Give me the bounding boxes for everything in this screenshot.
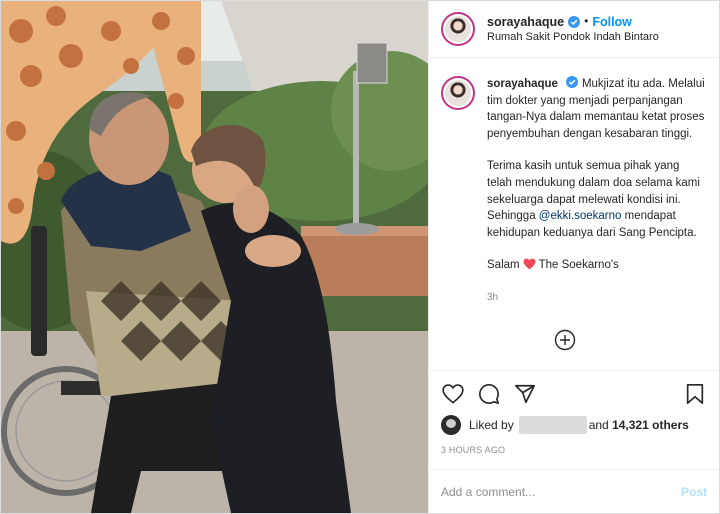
- comment-icon[interactable]: [477, 382, 501, 406]
- likes-summary: Liked by and 14,321 others: [441, 413, 707, 437]
- caption-avatar[interactable]: [441, 76, 475, 110]
- blurred-username[interactable]: [518, 416, 587, 434]
- caption-paragraph-2: Terima kasih untuk semua pihak yang tela…: [487, 158, 705, 241]
- add-comment-bar: Add a comment... Post: [429, 469, 719, 513]
- post-comment-button[interactable]: Post: [681, 485, 707, 499]
- post-photo[interactable]: [1, 1, 428, 513]
- post-side-panel: sorayahaque • Follow Rumah Sakit Pondok …: [428, 1, 719, 513]
- post-actions: Liked by and 14,321 others 3 HOURS AGO: [429, 370, 719, 463]
- caption-closing: Salam The Soekarno's: [487, 257, 705, 276]
- verified-badge-icon: [565, 76, 578, 88]
- paper-plane-icon[interactable]: [513, 382, 537, 406]
- header-separator: •: [584, 14, 589, 29]
- caption-row: sorayahaque Mukjizat itu ada. Melalui tim…: [441, 76, 707, 307]
- post-header: sorayahaque • Follow Rumah Sakit Pondok …: [429, 1, 719, 58]
- post-timestamp[interactable]: 3 HOURS AGO: [441, 445, 707, 463]
- mention-link[interactable]: @ekki.soekarno: [539, 210, 622, 222]
- heart-icon[interactable]: [441, 382, 465, 406]
- likes-count[interactable]: 14,321 others: [612, 418, 689, 432]
- caption-username[interactable]: sorayahaque: [487, 78, 558, 90]
- caption-time[interactable]: 3h: [487, 290, 705, 307]
- liked-by-prefix: Liked by: [469, 418, 514, 432]
- red-heart-icon: [523, 258, 536, 276]
- instagram-post: sorayahaque • Follow Rumah Sakit Pondok …: [0, 0, 720, 514]
- closing-salam: Salam: [487, 259, 520, 272]
- comments-area: sorayahaque Mukjizat itu ada. Melalui tim…: [429, 58, 719, 370]
- comment-input[interactable]: Add a comment...: [441, 485, 681, 499]
- liker-avatar[interactable]: [441, 415, 461, 435]
- closing-signature: The Soekarno's: [538, 259, 619, 272]
- bookmark-icon[interactable]: [683, 382, 707, 406]
- profile-avatar[interactable]: [441, 12, 475, 46]
- plus-circle-icon[interactable]: [554, 329, 576, 351]
- header-username[interactable]: sorayahaque: [487, 14, 564, 30]
- follow-button[interactable]: Follow: [592, 14, 632, 30]
- header-text: sorayahaque • Follow Rumah Sakit Pondok …: [487, 14, 659, 45]
- photo-illustration: [1, 1, 428, 513]
- verified-badge-icon: [568, 15, 581, 28]
- location-link[interactable]: Rumah Sakit Pondok Indah Bintaro: [487, 30, 659, 44]
- likes-and: and: [588, 418, 609, 432]
- action-icons: [441, 377, 707, 411]
- caption-text: sorayahaque Mukjizat itu ada. Melalui tim…: [487, 76, 705, 307]
